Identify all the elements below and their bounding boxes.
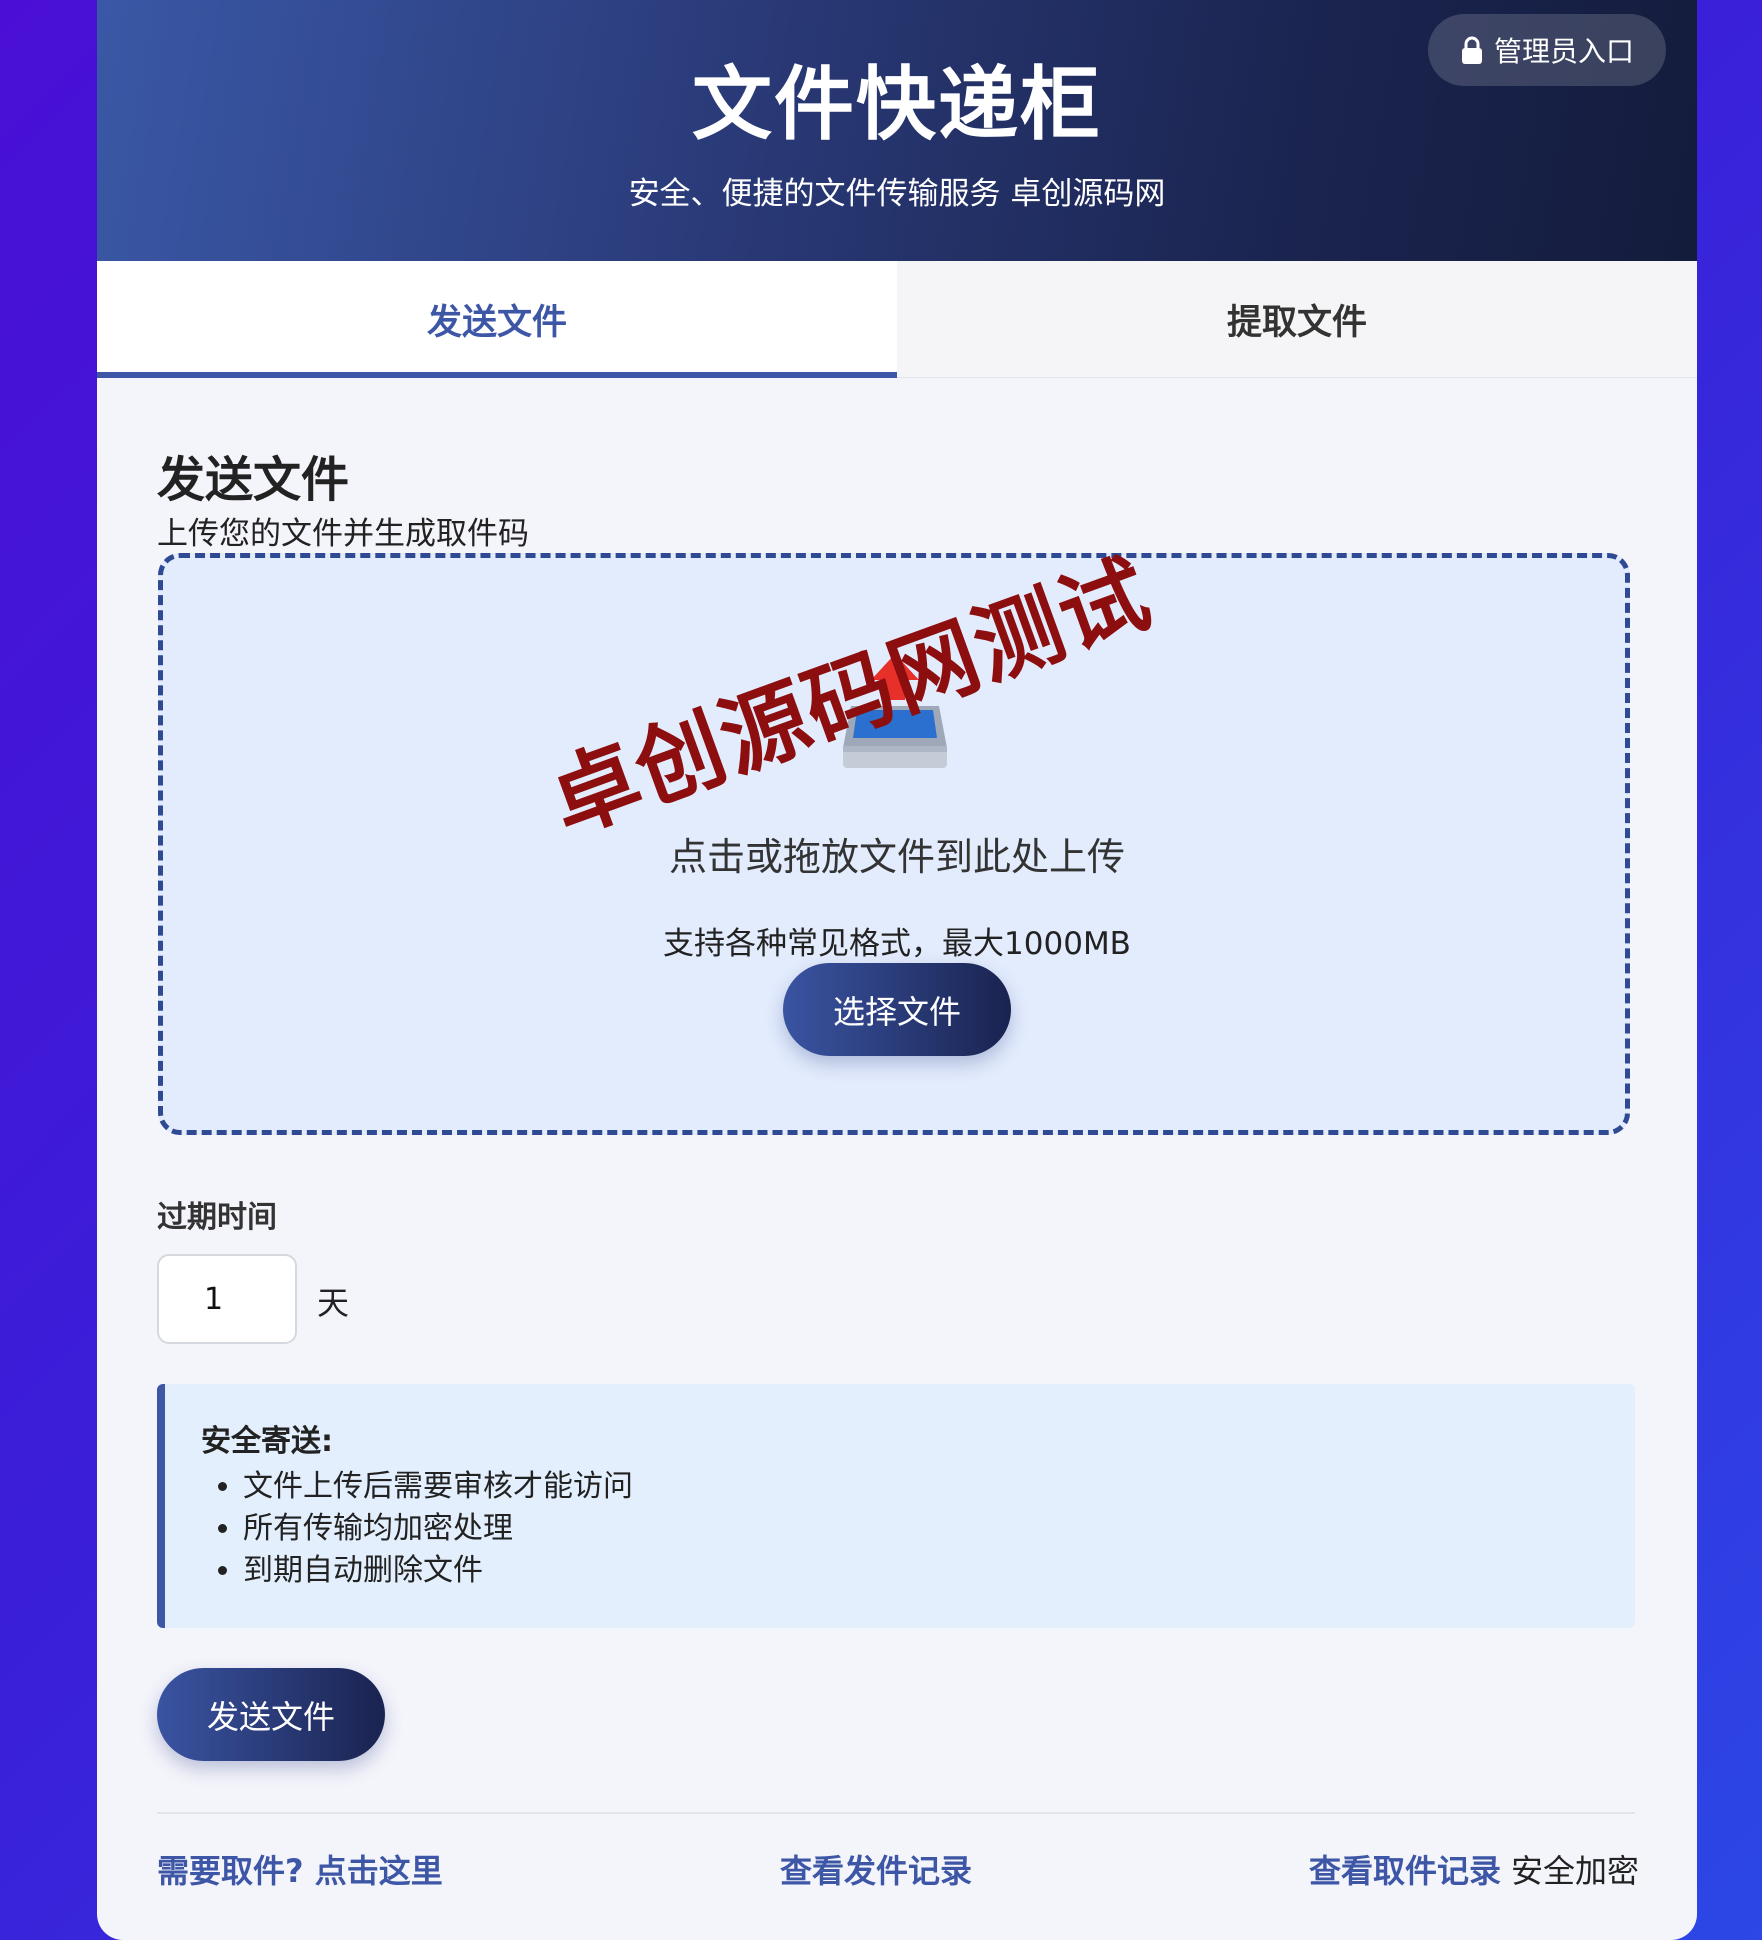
choose-file-button[interactable]: 选择文件 [783,963,1011,1056]
lock-icon [1461,36,1482,64]
dropzone-hint: 支持各种常见格式，最大1000MB [663,926,1131,962]
main-card: 文件快递柜 安全、便捷的文件传输服务 卓创源码网 管理员入口 发送文件 提取文件… [97,0,1697,1940]
list-item: 到期自动删除文件 [243,1550,633,1592]
dropzone-text: 点击或拖放文件到此处上传 [668,835,1125,879]
list-item: 文件上传后需要审核才能访问 [243,1466,633,1508]
expiry-days-input[interactable] [157,1254,297,1344]
send-file-button[interactable]: 发送文件 [157,1668,385,1761]
pickup-records-link[interactable]: 查看取件记录 [1309,1846,1501,1892]
outbox-tray-icon [843,654,947,768]
section-title: 发送文件 [157,452,350,508]
list-item: 所有传输均加密处理 [243,1508,633,1550]
security-notice: 安全寄送: 文件上传后需要审核才能访问 所有传输均加密处理 到期自动删除文件 [157,1384,1635,1628]
tab-retrieve-file[interactable]: 提取文件 [897,261,1697,377]
tab-bar: 发送文件 提取文件 [97,261,1697,378]
expiry-label: 过期时间 [157,1200,277,1235]
admin-entry-label: 管理员入口 [1493,35,1634,68]
section-subtitle: 上传您的文件并生成取件码 [157,516,529,552]
tab-send-file[interactable]: 发送文件 [97,261,897,378]
admin-entry-button[interactable]: 管理员入口 [1428,14,1666,86]
pickup-link[interactable]: 需要取件? 点击这里 [157,1846,443,1892]
page-subtitle: 安全、便捷的文件传输服务 卓创源码网 [628,176,1166,212]
secure-text: 安全加密 [1511,1852,1640,1890]
divider [157,1812,1635,1814]
notice-title: 安全寄送: [201,1424,333,1459]
notice-list: 文件上传后需要审核才能访问 所有传输均加密处理 到期自动删除文件 [201,1466,633,1592]
expiry-unit: 天 [317,1284,350,1322]
header: 文件快递柜 安全、便捷的文件传输服务 卓创源码网 管理员入口 [97,0,1697,261]
send-records-link[interactable]: 查看发件记录 [780,1846,972,1892]
